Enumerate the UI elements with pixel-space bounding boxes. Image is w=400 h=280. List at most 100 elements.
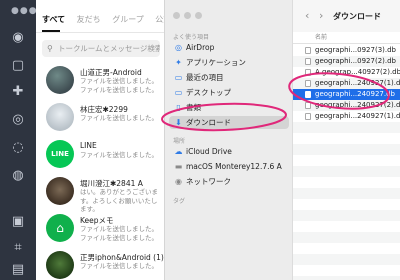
sidebar-item-label: ダウンロード bbox=[186, 118, 231, 127]
sidebar-item-label: アプリケーション bbox=[186, 58, 246, 67]
name-column-header[interactable]: 名前 bbox=[293, 32, 400, 44]
file-row[interactable]: geographi...0927(3).db bbox=[293, 45, 400, 56]
file-icon bbox=[305, 47, 311, 54]
voom-icon[interactable]: ◌ bbox=[10, 140, 26, 156]
openchat-icon[interactable]: ◎ bbox=[10, 112, 26, 128]
sidebar-item-macos-disk[interactable]: ▬ macOS Monterey12.7.6 A bbox=[169, 160, 289, 173]
network-icon: ◉ bbox=[175, 177, 182, 186]
forward-icon[interactable]: › bbox=[319, 9, 323, 22]
avatar bbox=[46, 66, 74, 94]
chat-preview: ファイルを送信しました。 bbox=[80, 262, 158, 270]
sidebar-item-applications[interactable]: ✦ アプリケーション bbox=[169, 56, 289, 69]
tab-all[interactable]: すべて bbox=[42, 14, 65, 25]
file-name: geographi...240927(1).db bbox=[315, 79, 400, 87]
file-row[interactable]: geographi...240927(2).db bbox=[293, 100, 400, 111]
avatar bbox=[46, 177, 74, 205]
file-name: geographi...240927(1).db bbox=[315, 112, 400, 120]
chat-row[interactable]: 林庄宏✱2299 ファイルを送信しました。 bbox=[36, 99, 164, 135]
sidebar-item-network[interactable]: ◉ ネットワーク bbox=[169, 175, 289, 188]
sidebar-item-label: iCloud Drive bbox=[186, 147, 232, 156]
empty-row bbox=[293, 122, 400, 133]
empty-row bbox=[293, 166, 400, 177]
chat-name: LINE bbox=[80, 141, 97, 150]
sidebar-item-recents[interactable]: ▭ 最近の項目 bbox=[169, 71, 289, 84]
documents-icon: ▯ bbox=[176, 103, 181, 112]
finder-window: よく使う項目 ◎ AirDrop ✦ アプリケーション ▭ 最近の項目 ▭ デス… bbox=[164, 0, 400, 280]
file-icon bbox=[305, 102, 311, 109]
empty-row bbox=[293, 276, 400, 280]
sidebar-item-label: 最近の項目 bbox=[186, 73, 224, 82]
sidebar-item-label: デスクトップ bbox=[186, 88, 231, 97]
chat-preview: ファイルを送信しました。ファイルを送信しました。 bbox=[80, 77, 158, 94]
tab-official[interactable]: 公式アカウント bbox=[155, 14, 164, 25]
sidebar-item-label: macOS Monterey12.7.6 A bbox=[186, 162, 282, 171]
empty-row bbox=[293, 144, 400, 155]
search-input[interactable]: ⚲ トークルームとメッセージ検索 bbox=[42, 40, 160, 57]
disk-icon: ▬ bbox=[174, 162, 183, 171]
chat-tabs: すべて 友だち グループ 公式アカウント bbox=[42, 14, 164, 30]
sidebar-item-label: ネットワーク bbox=[186, 177, 231, 186]
empty-row bbox=[293, 188, 400, 199]
avatar bbox=[46, 103, 74, 131]
sidebar-item-downloads[interactable]: ⬇ ダウンロード bbox=[169, 116, 289, 129]
file-list: 名前 geographi...0927(3).db geographi...09… bbox=[293, 32, 400, 280]
file-row[interactable]: geographi...240927(1).db bbox=[293, 78, 400, 89]
divider bbox=[36, 32, 164, 33]
finder-toolbar: ‹ › ダウンロード bbox=[293, 0, 400, 32]
window-controls-icon: ●●● bbox=[11, 6, 38, 16]
sidebar-item-label: AirDrop bbox=[186, 43, 215, 52]
empty-row bbox=[293, 232, 400, 243]
sidebar-item-label: 書類 bbox=[186, 103, 201, 112]
file-icon bbox=[305, 80, 311, 87]
friends-icon[interactable]: ◉ bbox=[10, 30, 26, 46]
back-icon[interactable]: ‹ bbox=[305, 9, 309, 22]
file-name: geographi...240927(2).db bbox=[315, 101, 400, 109]
file-row[interactable]: geographi...240927(1).db bbox=[293, 111, 400, 122]
chat-preview: ファイルを送信しました。 bbox=[80, 151, 158, 159]
tab-groups[interactable]: グループ bbox=[112, 14, 144, 25]
file-row[interactable]: A geograp...40927(2).db bbox=[293, 67, 400, 78]
keep-memo-icon: ⌂ bbox=[46, 214, 74, 242]
chats-icon[interactable]: ▢ bbox=[10, 58, 26, 74]
file-row-selected[interactable]: geographi...240927.db bbox=[293, 89, 400, 100]
minimize-window-button[interactable] bbox=[184, 12, 191, 19]
recents-icon: ▭ bbox=[174, 73, 183, 82]
zoom-window-button[interactable] bbox=[195, 12, 202, 19]
file-name: A geograp...40927(2).db bbox=[315, 68, 400, 76]
line-chat-list: すべて 友だち グループ 公式アカウント ⚲ トークルームとメッセージ検索 山道… bbox=[36, 0, 164, 280]
close-window-button[interactable] bbox=[173, 12, 180, 19]
sidebar-item-airdrop[interactable]: ◎ AirDrop bbox=[169, 41, 289, 54]
file-name: geographi...0927(3).db bbox=[315, 46, 396, 54]
file-row[interactable]: geographi...0927(2).db bbox=[293, 56, 400, 67]
chat-row[interactable]: 堀川澄江✱2841 A はい。ありがとうございます。よろしくお願いいたします。 bbox=[36, 173, 164, 213]
airdrop-icon: ◎ bbox=[175, 43, 182, 52]
downloads-icon: ⬇ bbox=[175, 118, 182, 127]
crop-icon[interactable]: ⌗ bbox=[10, 240, 26, 256]
add-friend-icon[interactable]: ✚ bbox=[10, 84, 26, 100]
cloud-icon: ☁ bbox=[174, 147, 183, 156]
file-name: geographi...0927(2).db bbox=[315, 57, 396, 65]
desktop-icon: ▭ bbox=[174, 88, 183, 97]
image-icon[interactable]: ▣ bbox=[10, 214, 26, 230]
chat-preview: ファイルを送信しました。ファイルを送信しました。 bbox=[80, 225, 158, 242]
search-icon: ⚲ bbox=[47, 44, 53, 53]
chat-row[interactable]: 山道正男-Android ファイルを送信しました。ファイルを送信しました。 bbox=[36, 62, 164, 98]
chat-row[interactable]: ⌂ Keepメモ ファイルを送信しました。ファイルを送信しました。 bbox=[36, 210, 164, 246]
chat-row[interactable]: LINE LINE ファイルを送信しました。 bbox=[36, 136, 164, 172]
chat-preview: ファイルを送信しました。 bbox=[80, 114, 158, 122]
keep-icon[interactable]: ▤ bbox=[10, 262, 26, 278]
sidebar-item-documents[interactable]: ▯ 書類 bbox=[169, 101, 289, 114]
line-icon[interactable]: ◍ bbox=[10, 168, 26, 184]
applications-icon: ✦ bbox=[175, 58, 182, 67]
line-nav-rail: ●●● ◉ ▢ ✚ ◎ ◌ ◍ ▣ ⌗ ▤ bbox=[0, 0, 38, 280]
empty-row bbox=[293, 210, 400, 221]
avatar bbox=[46, 251, 74, 279]
sidebar-item-desktop[interactable]: ▭ デスクトップ bbox=[169, 86, 289, 99]
chat-row[interactable]: 正男iphon&Android (1) ファイルを送信しました。 bbox=[36, 247, 164, 280]
search-placeholder: トークルームとメッセージ検索 bbox=[58, 44, 160, 53]
tags-header: タグ bbox=[173, 198, 186, 205]
favorites-header: よく使う項目 bbox=[173, 34, 210, 41]
locations-header: 場所 bbox=[173, 138, 186, 145]
sidebar-item-icloud[interactable]: ☁ iCloud Drive bbox=[169, 145, 289, 158]
tab-friends[interactable]: 友だち bbox=[77, 14, 101, 25]
